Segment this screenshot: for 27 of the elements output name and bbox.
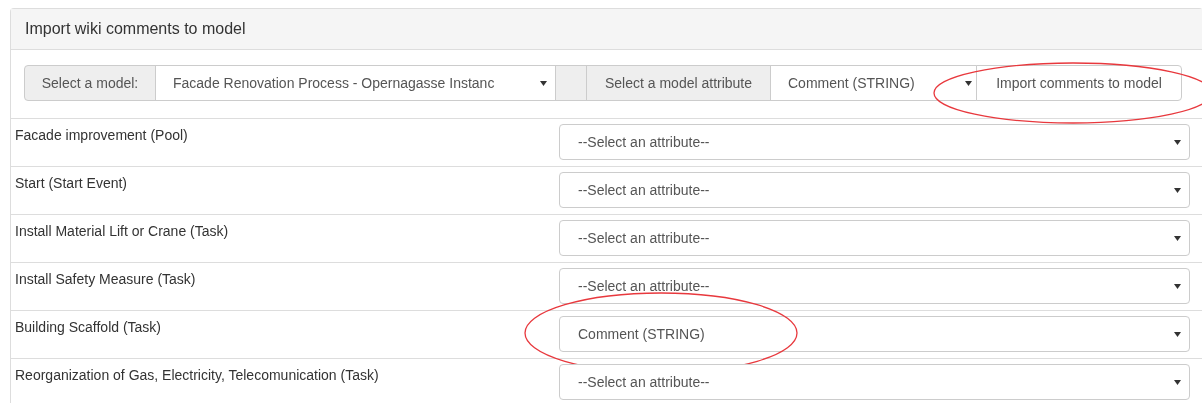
element-label: Building Scaffold (Task) xyxy=(14,318,163,337)
element-label: Start (Start Event) xyxy=(14,174,129,193)
attribute-select[interactable]: Comment (STRING) xyxy=(770,65,977,101)
element-label: Install Material Lift or Crane (Task) xyxy=(14,222,230,241)
panel-title: Import wiki comments to model xyxy=(11,9,1202,50)
model-select[interactable]: Facade Renovation Process - Opernagasse Instanc xyxy=(155,65,556,101)
element-label: Install Safety Measure (Task) xyxy=(14,270,197,289)
caret-icon xyxy=(1174,187,1181,193)
caret-icon xyxy=(1174,139,1181,145)
import-button[interactable]: Import comments to model xyxy=(976,65,1182,101)
attribute-select[interactable]: --Select an attribute-- xyxy=(559,220,1190,256)
attribute-label: Select a model attribute xyxy=(586,65,771,101)
empty-addon xyxy=(555,65,587,101)
attribute-select[interactable]: --Select an attribute-- xyxy=(559,124,1190,160)
caret-icon xyxy=(1174,331,1181,337)
caret-icon xyxy=(540,80,547,86)
attribute-select[interactable]: --Select an attribute-- xyxy=(559,268,1190,304)
model-label: Select a model: xyxy=(24,65,156,101)
caret-icon xyxy=(1174,379,1181,385)
element-label: Reorganization of Gas, Electricity, Telecomunication (Task) xyxy=(14,366,380,385)
caret-icon xyxy=(1174,235,1181,241)
element-label: Facade improvement (Pool) xyxy=(14,126,189,145)
attribute-select[interactable]: --Select an attribute-- xyxy=(559,364,1190,400)
attribute-select[interactable]: --Select an attribute-- xyxy=(559,172,1190,208)
attribute-select[interactable]: Comment (STRING) xyxy=(559,316,1190,352)
caret-icon xyxy=(965,80,972,86)
caret-icon xyxy=(1174,283,1181,289)
